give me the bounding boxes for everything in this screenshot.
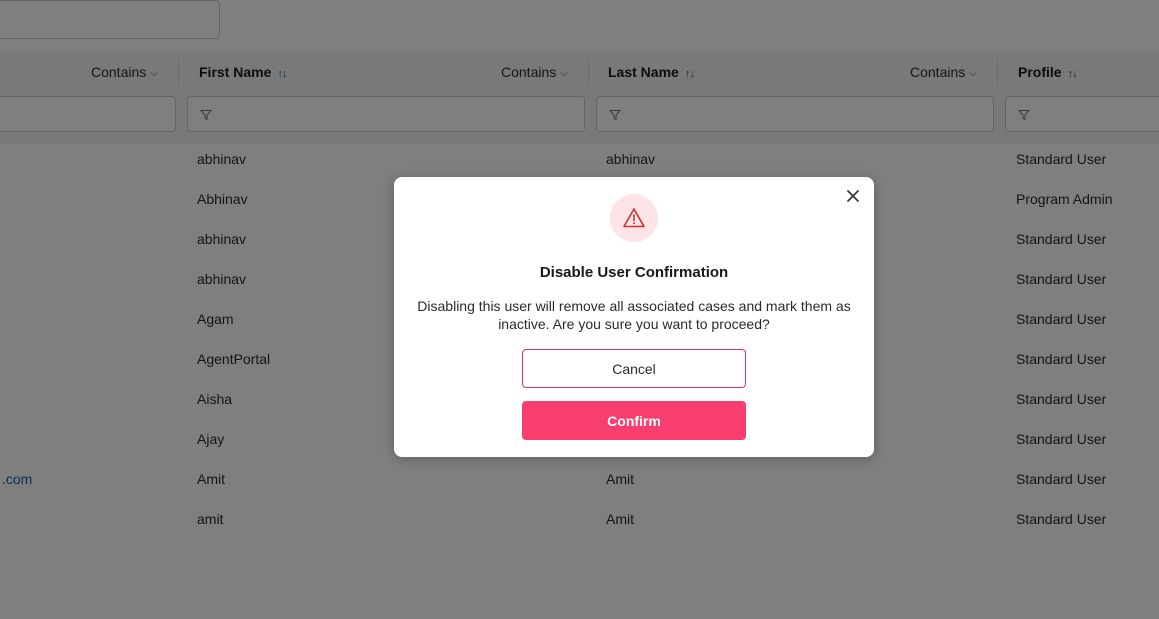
warning-triangle-icon [623,208,645,228]
close-icon[interactable] [842,185,864,207]
warning-badge [610,194,658,242]
disable-user-dialog: Disable User Confirmation Disabling this… [394,177,874,457]
cancel-button[interactable]: Cancel [522,349,746,388]
confirm-button[interactable]: Confirm [522,401,746,440]
user-list-page: Contains⌵ First Name↑↓ Contains⌵ Last Na… [0,0,1159,619]
dialog-message: Disabling this user will remove all asso… [417,298,851,332]
dialog-title: Disable User Confirmation [539,264,729,281]
